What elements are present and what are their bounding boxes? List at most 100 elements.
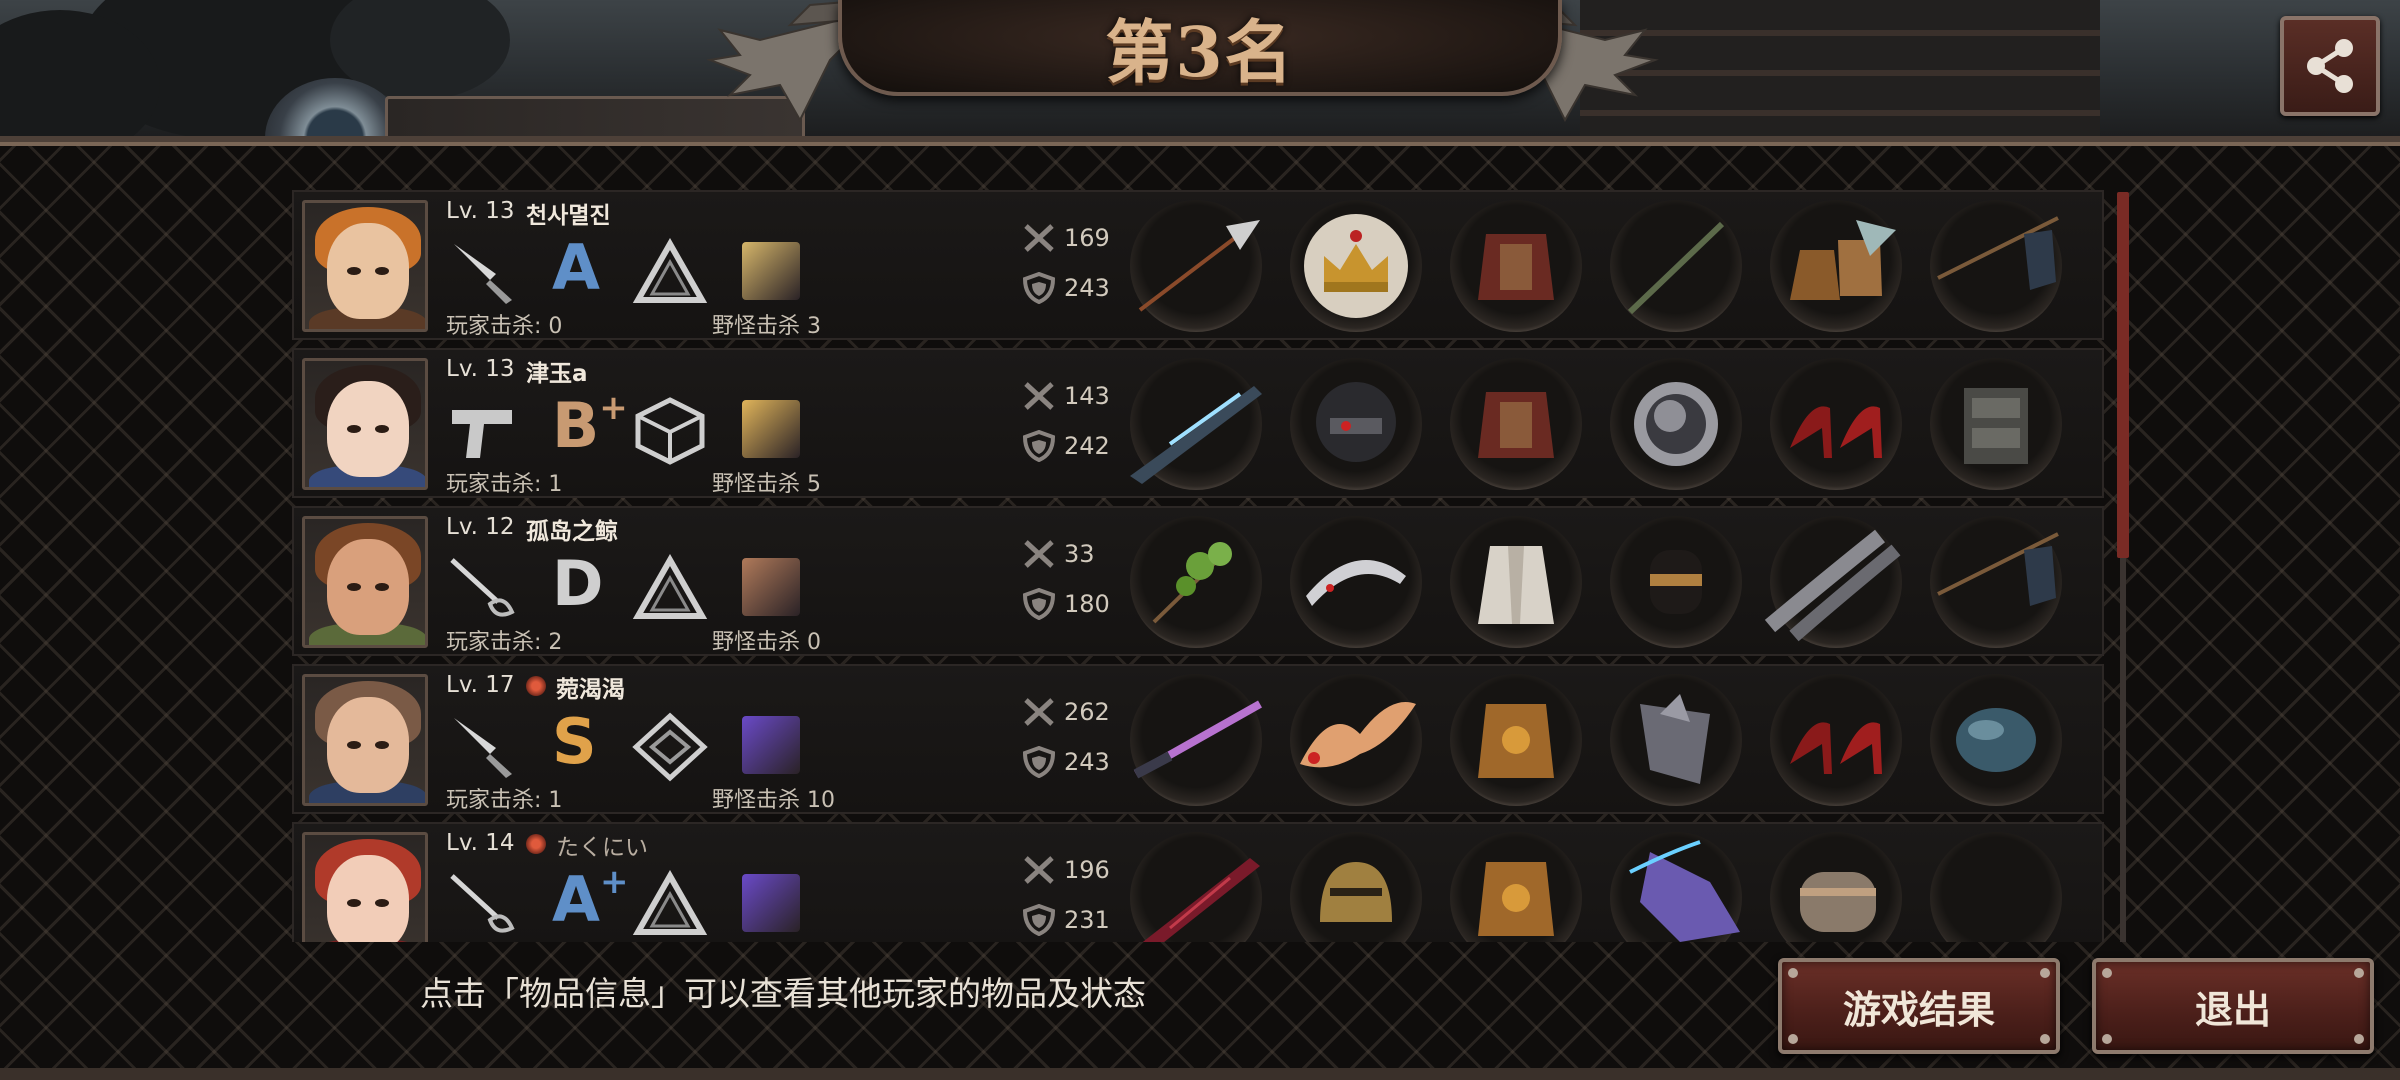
knife-icon [446,712,522,780]
triangle-icon [632,869,708,940]
gold-armor-icon [1450,674,1582,806]
equipment-slot[interactable] [1764,516,1902,648]
equipment-slot[interactable] [1930,516,2062,648]
lightsaber-icon [1130,674,1262,806]
branch-icon [1130,516,1262,648]
share-button[interactable] [2280,16,2380,116]
defense-value: 243 [1064,748,1110,776]
attack-value: 196 [1064,856,1110,884]
exit-button[interactable]: 退出 [2092,958,2374,1054]
player-kills: 玩家击杀: 1 [446,472,563,497]
grade-letter: B [552,389,600,462]
pet-portrait-icon [742,874,800,932]
scrollbar-thumb[interactable] [2117,192,2129,558]
player-row[interactable]: Lv. 13 津玉a B+ 玩家击杀: 1 野怪击杀 5 143 242 [292,348,2104,498]
player-kills: 玩家击杀: 0 [446,314,563,339]
exit-label: 退出 [2194,987,2271,1032]
equipment-slot[interactable] [1450,200,1582,332]
diamond-icon [632,712,708,782]
equipment-slot[interactable] [1770,832,1902,942]
equipment-slot[interactable] [1610,674,1742,806]
grade-badge: B+ [552,388,628,464]
player-row[interactable]: Lv. 13 천사멸진 A 玩家击杀: 0 野怪击杀 3 169 243 [292,190,2104,340]
equipment-slot[interactable] [1770,674,1902,806]
equipment-slot[interactable] [1450,358,1582,490]
crossed-swords-icon [1022,854,1056,886]
player-kills: 玩家击杀: 2 [446,630,563,655]
player-level: Lv. 13 [446,356,515,382]
equipment-slot[interactable] [1290,200,1422,332]
tiara-icon [1290,516,1422,648]
player-name: 菀渴渴 [556,677,625,703]
blade-icon [1130,832,1262,942]
heels-icon [1770,674,1902,806]
equipment-slot[interactable] [1770,358,1902,490]
attack-value: 169 [1064,224,1110,252]
player-list[interactable]: Lv. 13 천사멸진 A 玩家击杀: 0 野怪击杀 3 169 243 Lv. 13 津玉a B… [292,190,2104,942]
player-portrait [302,516,428,648]
bottom-edge [0,1068,2400,1080]
equipment-slot[interactable] [1290,832,1422,942]
knife-icon [446,238,522,306]
grade-plus: + [599,388,628,428]
crossed-swords-icon [1022,538,1056,570]
equipment-slot[interactable] [1130,200,1262,332]
armor-icon [1450,200,1582,332]
player-row[interactable]: Lv. 14 たくにい A+ 196 231 [292,822,2104,942]
robe-icon [1450,516,1582,648]
equipment-slot[interactable] [1450,832,1582,942]
player-name: 津玉a [526,361,588,387]
equipment-slot[interactable] [1930,832,2062,942]
equipment-slot[interactable] [1930,200,2062,332]
equipment-slot[interactable] [1290,674,1422,806]
rank-banner: 第3名 [838,0,1562,96]
shield-icon [1022,271,1056,305]
equipment-slot[interactable] [1930,674,2062,806]
gold-armor-icon [1450,832,1582,942]
triangle-icon [632,553,708,624]
spear-icon [1130,200,1262,332]
clan-badge-icon [526,676,546,696]
equipment-slot[interactable] [1290,358,1422,490]
triangle-icon [632,237,708,308]
equipment-slot[interactable] [1130,516,1262,648]
equipment-slot[interactable] [1290,516,1422,648]
equipment-slot[interactable] [1610,516,1742,648]
defense-value: 243 [1064,274,1110,302]
monster-kills: 野怪击杀 0 [712,630,821,655]
hint-text: 点击「物品信息」可以查看其他玩家的物品及状态 [420,974,1146,1013]
knight-helmet-icon [1290,832,1422,942]
game-results-button[interactable]: 游戏结果 [1778,958,2060,1054]
shield-icon [1022,745,1056,779]
crossed-swords-icon [1022,380,1056,412]
grade-plus: + [599,862,629,902]
player-row[interactable]: Lv. 12 孤岛之鲸 D 玩家击杀: 2 野怪击杀 0 33 180 [292,506,2104,656]
player-name: たくにい [556,835,648,861]
player-kills: 玩家击杀: 1 [446,788,563,813]
heels-icon [1770,358,1902,490]
equipment-slot[interactable] [1130,674,1262,806]
defense-value: 231 [1064,906,1110,934]
shield-icon [1022,429,1056,463]
helmet-icon [1290,358,1422,490]
player-name: 孤岛之鲸 [526,519,618,545]
equipment-slot[interactable] [1450,516,1582,648]
grade-badge: S [552,704,597,780]
vest-icon [1930,358,2062,490]
equipment-slot[interactable] [1130,358,1262,490]
cube-icon [632,396,708,466]
equipment-slot[interactable] [1930,358,2062,490]
equipment-slot[interactable] [1770,200,1902,332]
crossed-swords-icon [1022,222,1056,254]
grade-letter: A [552,863,600,936]
player-row[interactable]: Lv. 17 菀渴渴 S 玩家击杀: 1 野怪击杀 10 262 243 [292,664,2104,814]
equipment-slot[interactable] [1610,358,1742,490]
equipment-slot[interactable] [1450,674,1582,806]
equipment-slot[interactable] [1610,832,1742,942]
crown-icon [1290,200,1422,332]
equipment-slot[interactable] [1130,832,1262,942]
grade-letter: S [552,705,597,778]
player-name: 천사멸진 [526,203,611,229]
equipment-slot[interactable] [1610,200,1742,332]
wings-icon [1290,674,1422,806]
